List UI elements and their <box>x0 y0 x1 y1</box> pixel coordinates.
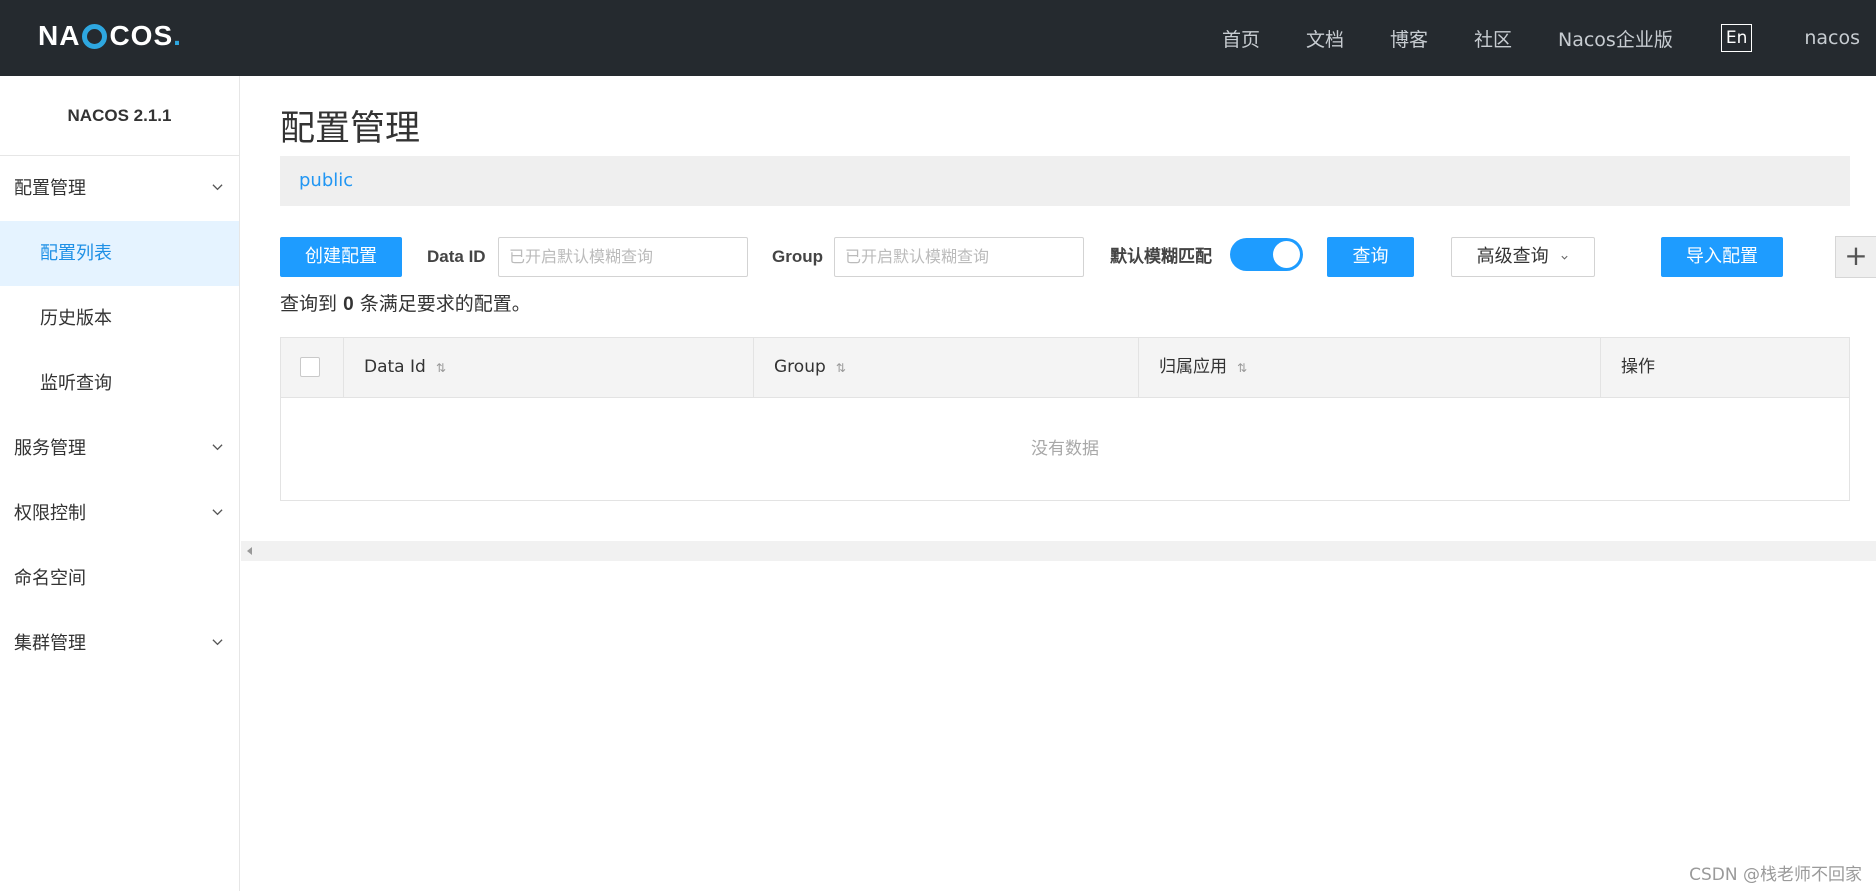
query-button[interactable]: 查询 <box>1327 237 1414 277</box>
sidebar-item-namespace[interactable]: 命名空间 <box>0 546 239 611</box>
sidebar-item-cluster-management[interactable]: 集群管理 <box>0 611 239 676</box>
import-config-button[interactable]: 导入配置 <box>1661 237 1783 277</box>
page-title: 配置管理 <box>280 109 421 149</box>
sidebar-item-config-management[interactable]: 配置管理 <box>0 156 239 221</box>
nacos-logo[interactable]: NA COS . <box>38 16 182 56</box>
column-header-actions: 操作 <box>1601 338 1849 397</box>
logo-ring-icon <box>82 23 108 49</box>
result-count: 0 <box>343 294 354 315</box>
sort-icon[interactable]: ⇅ <box>436 361 446 375</box>
nav-blog[interactable]: 博客 <box>1390 25 1428 52</box>
sidebar-item-label: 历史版本 <box>40 308 112 329</box>
plus-icon[interactable]: + <box>1835 236 1876 278</box>
column-header-group[interactable]: Group ⇅ <box>754 338 1139 397</box>
sidebar-item-label: 权限控制 <box>14 503 86 524</box>
horizontal-scrollbar[interactable] <box>241 541 1876 561</box>
result-summary: 查询到 0 条满足要求的配置。 <box>280 289 531 316</box>
toggle-knob <box>1273 241 1300 268</box>
table-header: Data Id ⇅ Group ⇅ 归属应用 ⇅ 操作 <box>281 338 1849 398</box>
top-nav: 首页 文档 博客 社区 Nacos企业版 En nacos <box>1176 0 1876 76</box>
column-label: 归属应用 <box>1159 357 1227 377</box>
sidebar-item-history[interactable]: 历史版本 <box>0 286 239 351</box>
sidebar-item-config-list[interactable]: 配置列表 <box>0 221 239 286</box>
sidebar-item-label: 配置列表 <box>40 243 112 264</box>
fuzzy-match-label: 默认模糊匹配 <box>1110 247 1212 267</box>
logo-text-right: COS <box>109 20 174 51</box>
sidebar-item-label: 集群管理 <box>14 633 86 654</box>
config-table: Data Id ⇅ Group ⇅ 归属应用 ⇅ 操作 没有数据 <box>280 337 1850 501</box>
group-input[interactable]: 已开启默认模糊查询 <box>834 237 1084 277</box>
sidebar-item-label: 服务管理 <box>14 438 86 459</box>
column-header-app[interactable]: 归属应用 ⇅ <box>1139 338 1601 397</box>
logo-text-left: NA <box>38 20 81 51</box>
column-header-dataid[interactable]: Data Id ⇅ <box>344 338 754 397</box>
sidebar-item-access-control[interactable]: 权限控制 <box>0 481 239 546</box>
advanced-query-label: 高级查询 <box>1476 246 1549 267</box>
sidebar-item-label: 监听查询 <box>40 373 112 394</box>
sidebar-item-label: 命名空间 <box>14 568 86 589</box>
sidebar-item-listener-query[interactable]: 监听查询 <box>0 351 239 416</box>
version-label: NACOS 2.1.1 <box>0 76 239 156</box>
dataid-input[interactable]: 已开启默认模糊查询 <box>498 237 748 277</box>
namespace-link-public[interactable]: public <box>299 170 353 191</box>
nav-community[interactable]: 社区 <box>1474 25 1512 52</box>
user-menu[interactable]: nacos <box>1804 27 1860 49</box>
select-all-checkbox[interactable] <box>300 357 320 377</box>
logo-dot: . <box>173 20 182 51</box>
sort-icon[interactable]: ⇅ <box>836 361 846 375</box>
column-label: Data Id <box>364 357 426 377</box>
sidebar-item-label: 配置管理 <box>14 178 86 199</box>
top-header: NA COS . 首页 文档 博客 社区 Nacos企业版 En nacos <box>0 0 1876 76</box>
namespace-bar: public <box>280 156 1850 206</box>
nav-home[interactable]: 首页 <box>1222 25 1260 52</box>
chevron-down-icon <box>212 444 223 451</box>
chevron-down-icon <box>212 509 223 516</box>
nav-docs[interactable]: 文档 <box>1306 25 1344 52</box>
main-content: 配置管理 public 创建配置 Data ID 已开启默认模糊查询 Group… <box>241 76 1876 891</box>
select-all-cell <box>281 338 344 397</box>
column-label: 操作 <box>1621 357 1655 377</box>
chevron-down-icon <box>212 184 223 191</box>
advanced-query-button[interactable]: 高级查询 <box>1451 237 1595 277</box>
scroll-left-icon[interactable] <box>247 547 252 555</box>
create-config-button[interactable]: 创建配置 <box>280 237 402 277</box>
fuzzy-match-toggle[interactable] <box>1230 238 1303 271</box>
empty-state: 没有数据 <box>1031 439 1099 459</box>
sidebar: NACOS 2.1.1 配置管理 配置列表 历史版本 监听查询 服务管理 权限控… <box>0 76 240 891</box>
language-switch-button[interactable]: En <box>1720 24 1753 52</box>
chevron-down-icon <box>212 639 223 646</box>
dataid-label: Data ID <box>427 247 486 266</box>
sidebar-item-service-management[interactable]: 服务管理 <box>0 416 239 481</box>
watermark: CSDN @栈老师不回家 <box>1689 865 1862 885</box>
result-prefix: 查询到 <box>280 293 338 315</box>
group-label: Group <box>772 247 823 266</box>
sort-icon[interactable]: ⇅ <box>1237 361 1247 375</box>
chevron-down-icon <box>1561 255 1568 260</box>
column-label: Group <box>774 357 826 377</box>
nav-enterprise[interactable]: Nacos企业版 <box>1558 25 1673 52</box>
result-suffix: 条满足要求的配置。 <box>359 293 531 315</box>
search-toolbar: 创建配置 Data ID 已开启默认模糊查询 Group 已开启默认模糊查询 默… <box>280 236 1876 278</box>
